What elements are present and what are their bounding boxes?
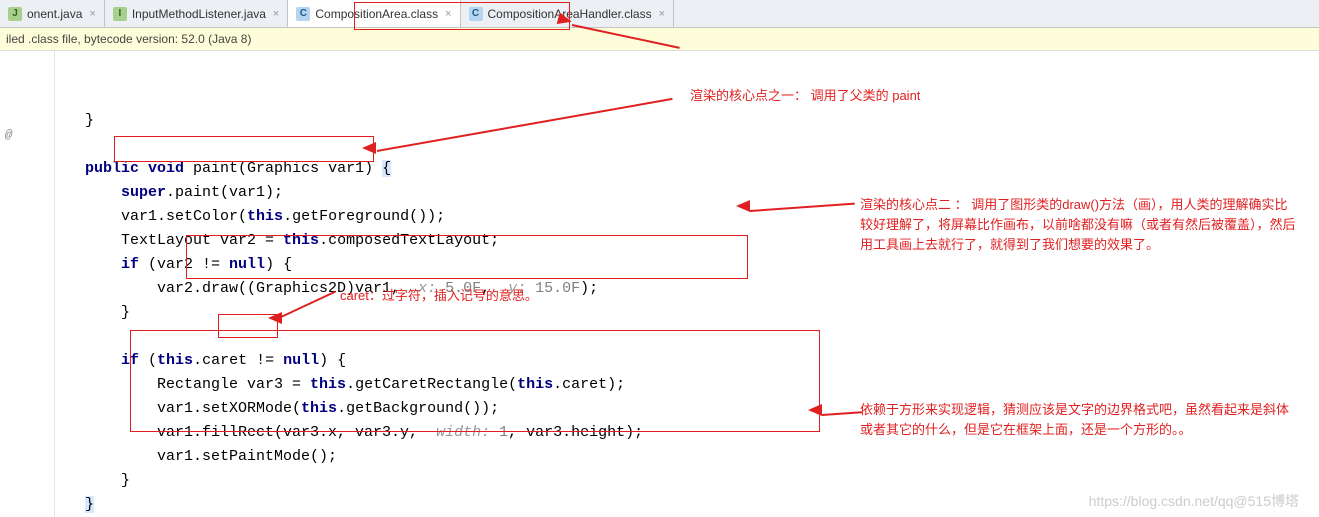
method-name: paint(Graphics var1) <box>184 160 382 177</box>
code-text: .paint(var1); <box>166 184 283 201</box>
code-text: ( <box>139 352 157 369</box>
code-text: var1.setColor( <box>121 208 247 225</box>
code-brace: } <box>121 472 130 489</box>
keyword-public: public <box>85 160 139 177</box>
bracket-highlight: { <box>382 160 391 177</box>
tab-label: CompositionArea.class <box>315 7 438 21</box>
keyword-this: this <box>157 352 193 369</box>
keyword-null: null <box>283 352 319 369</box>
code-text: var1.fillRect(var3.x, var3.y, <box>157 424 436 441</box>
gutter: @ <box>0 51 55 517</box>
code-text: .getCaretRectangle( <box>346 376 517 393</box>
tab-compositionareahandler[interactable]: C CompositionAreaHandler.class × <box>461 0 675 27</box>
tab-label: onent.java <box>27 7 82 21</box>
keyword-void: void <box>148 160 184 177</box>
override-gutter-icon[interactable]: @ <box>5 123 12 147</box>
code-text: .caret != <box>193 352 283 369</box>
param-hint-width: width: <box>436 424 499 441</box>
keyword-this: this <box>301 400 337 417</box>
code-text: .composedTextLayout; <box>319 232 499 249</box>
editor-tabs: J onent.java × I InputMethodListener.jav… <box>0 0 1319 28</box>
code-text: ); <box>580 280 598 297</box>
code-editor[interactable]: @ } public void paint(Graphics var1) { s… <box>0 51 1319 517</box>
annotation-text: 依赖于方形来实现逻辑，猜测应该是文字的边界格式吧，虽然看起来是斜体或者其它的什么… <box>860 400 1300 440</box>
code-text: .caret); <box>553 376 625 393</box>
interface-icon: I <box>113 7 127 21</box>
literal: 15.0F <box>535 280 580 297</box>
code-text: Rectangle var3 = <box>157 376 310 393</box>
bracket-highlight: } <box>85 496 94 513</box>
keyword-this: this <box>310 376 346 393</box>
decompile-info-bar: iled .class file, bytecode version: 52.0… <box>0 28 1319 51</box>
tab-label: InputMethodListener.java <box>132 7 266 21</box>
keyword-this: this <box>283 232 319 249</box>
annotation-text: 渲染的核心点之一： 调用了父类的 paint <box>690 86 1130 106</box>
keyword-null: null <box>229 256 265 273</box>
class-icon: C <box>469 7 483 21</box>
code-text: var1.setPaintMode(); <box>157 448 337 465</box>
tab-inputmethodlistener[interactable]: I InputMethodListener.java × <box>105 0 289 27</box>
code-text: var1.setXORMode( <box>157 400 301 417</box>
class-icon: C <box>296 7 310 21</box>
tab-onent-java[interactable]: J onent.java × <box>0 0 105 27</box>
code-text: ) { <box>319 352 346 369</box>
java-icon: J <box>8 7 22 21</box>
keyword-if: if <box>121 352 139 369</box>
code-text: .getBackground()); <box>337 400 499 417</box>
close-icon[interactable]: × <box>445 8 451 20</box>
keyword-this: this <box>517 376 553 393</box>
keyword-if: if <box>121 256 139 273</box>
code-text: TextLayout var2 = <box>121 232 283 249</box>
code-text: , var3.height); <box>508 424 643 441</box>
code-text: (var2 != <box>139 256 229 273</box>
keyword-super: super <box>121 184 166 201</box>
close-icon[interactable]: × <box>273 8 279 20</box>
annotation-text: caret：过字符，插入记号的意思。 <box>340 286 538 306</box>
annotation-text: 渲染的核心点二 ： 调用了图形类的draw()方法（画），用人类的理解确实比较好… <box>860 195 1300 255</box>
watermark: https://blog.csdn.net/qq@515博塔 <box>1089 491 1299 511</box>
code-brace: } <box>85 112 94 129</box>
tab-compositionarea[interactable]: C CompositionArea.class × <box>288 0 460 27</box>
close-icon[interactable]: × <box>89 8 95 20</box>
code-text: ) { <box>265 256 292 273</box>
keyword-this: this <box>247 208 283 225</box>
code-text: .getForeground()); <box>283 208 445 225</box>
tab-label: CompositionAreaHandler.class <box>488 7 652 21</box>
code-brace: } <box>121 304 130 321</box>
literal: 1 <box>499 424 508 441</box>
close-icon[interactable]: × <box>659 8 665 20</box>
